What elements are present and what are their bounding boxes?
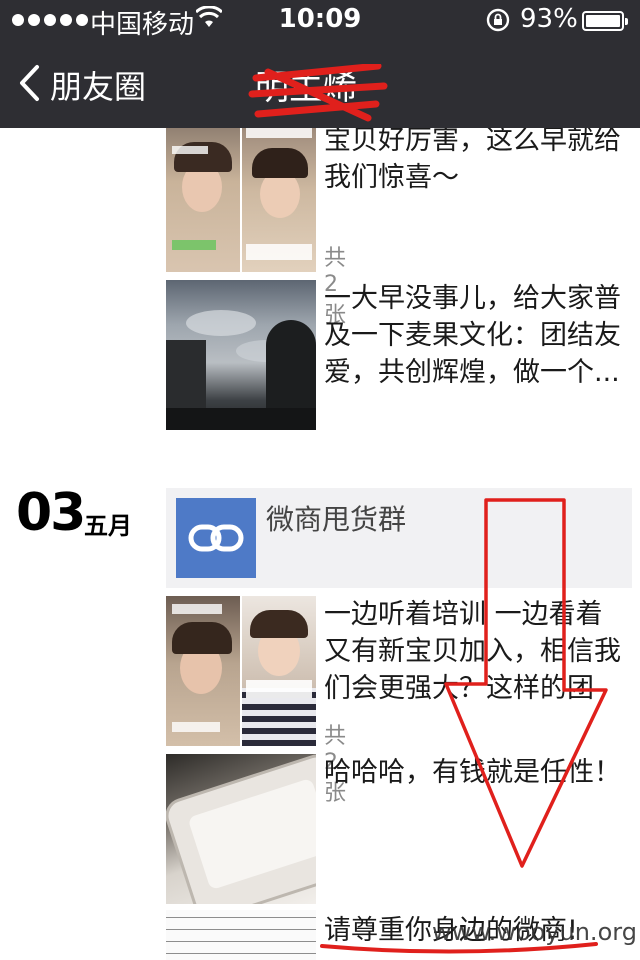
moments-feed[interactable]: 宝贝好厉害，这么早就给我们惊喜～ 共2张 一大早没事儿，给大家普及一下麦果文化：…: [0, 122, 640, 960]
link-icon: [176, 498, 256, 578]
post-text: 哈哈哈，有钱就是任性！: [324, 757, 621, 788]
redaction-scribble: [248, 64, 388, 122]
post-text: 宝贝好厉害，这么早就给我们惊喜～: [324, 125, 621, 193]
back-label: 朋友圈: [50, 68, 147, 106]
phone-photo-thumbnail[interactable]: [166, 754, 316, 904]
date-day: 03: [16, 483, 86, 543]
shared-link-card[interactable]: 微商甩货群: [166, 488, 632, 588]
rotation-lock-icon: [486, 8, 510, 36]
post-text: 一边听着培训 一边看着又有新宝贝加入，相信我们会更强大？这样的团: [324, 599, 621, 704]
date-month: 五月: [84, 512, 132, 540]
chat-screenshot-thumbnail[interactable]: [166, 596, 316, 746]
back-button[interactable]: 朋友圈: [18, 62, 146, 108]
post-text: 一大早没事儿，给大家普及一下麦果文化：团结友爱，共创辉煌，做一个...: [324, 283, 621, 388]
chevron-left-icon: [18, 64, 40, 106]
shared-link-title: 微商甩货群: [266, 503, 407, 536]
chat-screenshot-thumbnail[interactable]: [166, 122, 316, 272]
watermark: www.wooyun.org: [432, 918, 637, 946]
battery-percentage: 93%: [520, 4, 578, 34]
navigation-bar: 朋友圈 明主烯: [0, 40, 640, 128]
battery-icon: [582, 11, 628, 31]
status-bar: 中国移动 10:09 93%: [0, 0, 640, 40]
top-bar: 中国移动 10:09 93% 朋友圈 明主烯: [0, 0, 640, 128]
sky-photo-thumbnail[interactable]: [166, 280, 316, 430]
document-thumbnail[interactable]: [166, 910, 316, 960]
